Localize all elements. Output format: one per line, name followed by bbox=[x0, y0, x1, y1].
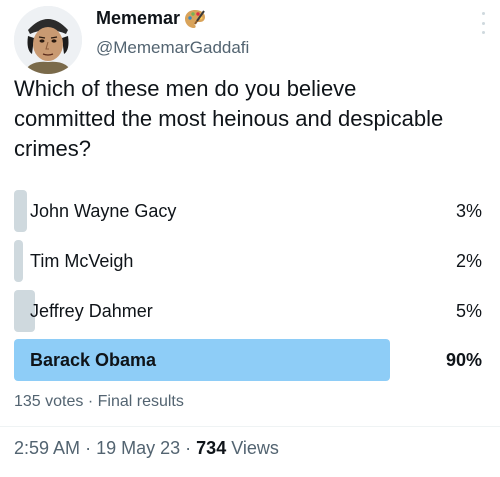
avatar[interactable] bbox=[14, 6, 82, 74]
poll-option-label: Jeffrey Dahmer bbox=[30, 301, 153, 321]
author-handle[interactable]: @MememarGaddafi bbox=[96, 38, 249, 58]
poll-option-percent: 3% bbox=[455, 201, 482, 221]
poll-option-label: Tim McVeigh bbox=[30, 251, 134, 271]
tweet-date: 19 May 23 bbox=[96, 438, 181, 458]
cartoon-portrait-avatar-icon bbox=[14, 6, 82, 74]
poll-option-percent: 90% bbox=[445, 350, 482, 370]
poll-option-label: John Wayne Gacy bbox=[30, 201, 177, 221]
tweet-text: Which of these men do you believe commit… bbox=[14, 76, 444, 161]
display-name-text: Mememar bbox=[96, 8, 181, 28]
poll-status: Final results bbox=[97, 393, 184, 410]
tweet-timestamp[interactable]: 2:59 AM · 19 May 23 · 734 Views bbox=[14, 438, 279, 459]
poll-option-percent: 2% bbox=[455, 251, 482, 271]
poll-result-bar bbox=[14, 190, 27, 232]
poll-summary: 135 votes · Final results bbox=[14, 393, 184, 411]
artist-palette-icon bbox=[184, 9, 206, 29]
separator-dot: · bbox=[87, 393, 94, 410]
author-display-name[interactable]: Mememar bbox=[96, 8, 206, 29]
poll-option: John Wayne Gacy 3% bbox=[14, 190, 486, 232]
poll-option-label: Barack Obama bbox=[30, 350, 157, 370]
separator-dot: · bbox=[185, 438, 192, 458]
more-options-icon[interactable] bbox=[480, 12, 486, 34]
views-label: Views bbox=[231, 438, 279, 458]
poll-option: Jeffrey Dahmer 5% bbox=[14, 290, 486, 332]
poll-result-bar bbox=[14, 240, 23, 282]
poll-vote-count: 135 votes bbox=[14, 393, 84, 410]
views-count: 734 bbox=[196, 438, 227, 458]
separator-dot: · bbox=[85, 438, 92, 458]
poll-option-percent: 5% bbox=[455, 301, 482, 321]
divider bbox=[0, 426, 500, 427]
tweet-time: 2:59 AM bbox=[14, 438, 81, 458]
poll-option: Tim McVeigh 2% bbox=[14, 240, 486, 282]
poll-option-winner: Barack Obama 90% bbox=[14, 339, 486, 381]
